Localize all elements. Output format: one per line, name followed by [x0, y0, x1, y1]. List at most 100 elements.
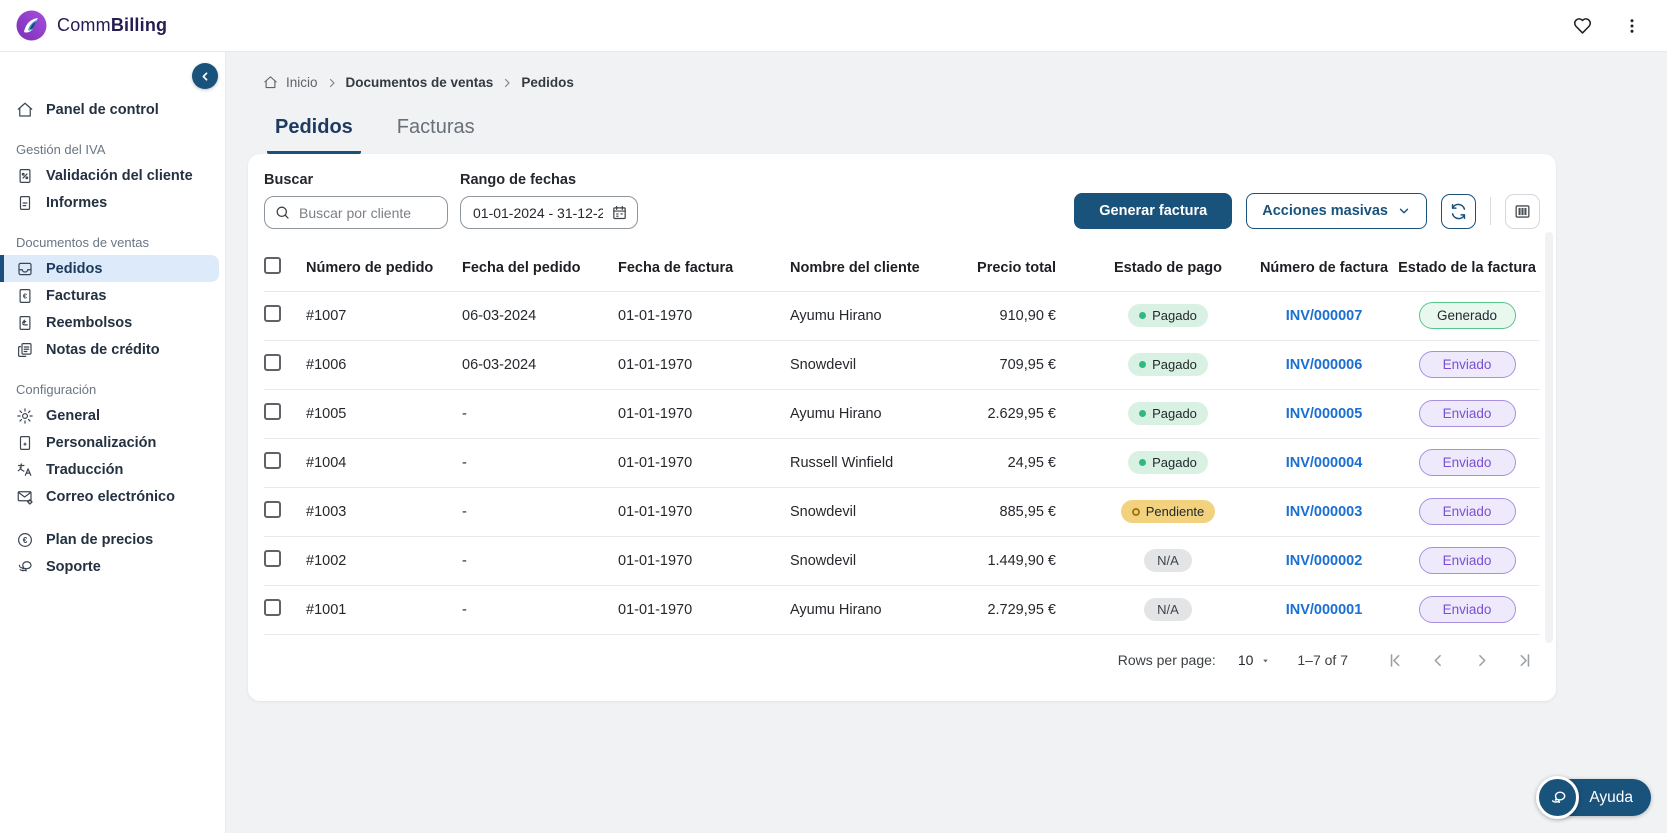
payment-status-badge: Pagado	[1128, 402, 1208, 425]
cell-customer: Snowdevil	[790, 356, 857, 373]
date-range-field-group: Rango de fechas	[460, 172, 638, 229]
table-row: #1006 06-03-2024 01-01-1970 Snowdevil 70…	[264, 340, 1540, 389]
payment-status-badge: Pagado	[1128, 353, 1208, 376]
payment-status-badge: Pagado	[1128, 451, 1208, 474]
row-checkbox[interactable]	[264, 501, 281, 518]
orders-table: Número de pedido Fecha del pedido Fecha …	[264, 245, 1540, 634]
sidebar-item-label: Pedidos	[46, 260, 103, 277]
cell-customer: Ayumu Hirano	[790, 601, 882, 618]
sidebar-section-title: Documentos de ventas	[16, 235, 149, 250]
sidebar-item-validacion-del-cliente[interactable]: Validación del cliente	[0, 162, 219, 189]
invoice-status-badge: Enviado	[1418, 351, 1516, 378]
breadcrumb-documentos-de-ventas[interactable]: Documentos de ventas	[346, 75, 494, 90]
columns-button[interactable]	[1505, 193, 1540, 229]
help-fab[interactable]: Ayuda	[1536, 776, 1651, 819]
row-checkbox[interactable]	[264, 354, 281, 371]
sidebar-item-label: Notas de crédito	[46, 341, 160, 358]
cell-order-date: -	[462, 601, 467, 618]
orders-card: Buscar Rango de fechas Gene	[248, 154, 1556, 701]
first-page-button[interactable]	[1382, 647, 1409, 674]
favorite-button[interactable]	[1572, 15, 1593, 36]
cell-invoice-date: 01-01-1970	[618, 454, 693, 471]
commbilling-logo-icon	[16, 10, 47, 41]
sidebar-item-notas-de-credito[interactable]: Notas de crédito	[0, 336, 219, 363]
invoice-status-badge: Enviado	[1418, 449, 1516, 476]
sidebar-collapse-button[interactable]	[192, 63, 218, 89]
cell-order-number: #1003	[306, 503, 347, 520]
generate-invoice-button[interactable]: Generar factura	[1074, 193, 1233, 229]
sidebar-item-general[interactable]: General	[0, 402, 219, 429]
breadcrumb-inicio[interactable]: Inicio	[286, 75, 318, 90]
sidebar-item-reembolsos[interactable]: Reembolsos	[0, 309, 219, 336]
sidebar-item-soporte[interactable]: Soporte	[0, 553, 219, 580]
tab-pedidos[interactable]: Pedidos	[267, 116, 361, 154]
sidebar-item-panel-de-control[interactable]: Panel de control	[0, 96, 219, 123]
calendar-icon[interactable]	[611, 204, 628, 221]
invoice-status-badge: Enviado	[1418, 547, 1516, 574]
last-page-icon	[1515, 651, 1534, 670]
row-checkbox[interactable]	[264, 550, 281, 567]
rows-per-page-select[interactable]: 10	[1238, 652, 1272, 668]
invoice-link[interactable]: INV/000002	[1286, 553, 1363, 569]
chevron-left-icon	[1429, 651, 1448, 670]
chevron-right-icon	[1472, 651, 1491, 670]
table-scrollbar[interactable]	[1545, 232, 1553, 643]
home-icon	[16, 101, 34, 119]
last-page-button[interactable]	[1511, 647, 1538, 674]
table-row: #1005 - 01-01-1970 Ayumu Hirano 2.629,95…	[264, 389, 1540, 438]
rows-per-page-value: 10	[1237, 652, 1254, 668]
sidebar-item-traduccion[interactable]: Traducción	[0, 456, 219, 483]
more-menu-button[interactable]	[1623, 17, 1641, 35]
table-row: #1003 - 01-01-1970 Snowdevil 885,95 € Pe…	[264, 487, 1540, 536]
sidebar-item-personalizacion[interactable]: Personalización	[0, 429, 219, 456]
brand-logo[interactable]: CommBilling	[16, 10, 167, 41]
sidebar-section-title: Configuración	[16, 382, 97, 397]
bulk-actions-button[interactable]: Acciones masivas	[1246, 193, 1427, 229]
cell-order-number: #1001	[306, 601, 347, 618]
sidebar-item-label: Facturas	[46, 287, 107, 304]
heart-icon	[1572, 15, 1593, 36]
invoice-link[interactable]: INV/000001	[1286, 602, 1363, 618]
search-input[interactable]	[264, 196, 448, 229]
row-checkbox[interactable]	[264, 452, 281, 469]
divider	[1490, 197, 1491, 225]
cell-order-date: -	[462, 552, 467, 569]
invoice-link[interactable]: INV/000005	[1286, 406, 1363, 422]
sidebar-item-facturas[interactable]: € Facturas	[0, 282, 219, 309]
sidebar-item-label: Correo electrónico	[46, 488, 175, 505]
sidebar-item-informes[interactable]: Informes	[0, 189, 219, 216]
invoice-link[interactable]: INV/000003	[1286, 504, 1363, 520]
sidebar-item-plan-de-precios[interactable]: € Plan de precios	[0, 526, 219, 553]
invoice-link[interactable]: INV/000007	[1286, 308, 1363, 324]
col-invoice-date: Fecha de factura	[618, 259, 734, 276]
previous-page-button[interactable]	[1425, 647, 1452, 674]
row-checkbox[interactable]	[264, 305, 281, 322]
breadcrumb: Inicio Documentos de ventas Pedidos	[226, 52, 1667, 90]
row-checkbox[interactable]	[264, 403, 281, 420]
cell-total: 885,95 €	[999, 503, 1056, 520]
svg-text:€: €	[23, 291, 28, 300]
invoice-status-badge: Enviado	[1418, 498, 1516, 525]
filter-bar: Buscar Rango de fechas Gene	[248, 154, 1556, 245]
tab-facturas[interactable]: Facturas	[389, 116, 483, 154]
sidebar-item-label: Panel de control	[46, 101, 159, 118]
translate-icon	[16, 461, 34, 479]
next-page-button[interactable]	[1468, 647, 1495, 674]
cell-invoice-date: 01-01-1970	[618, 552, 693, 569]
cell-total: 910,90 €	[999, 307, 1056, 324]
breadcrumb-pedidos: Pedidos	[521, 75, 574, 90]
invoice-link[interactable]: INV/000004	[1286, 455, 1363, 471]
svg-text:€: €	[23, 536, 28, 545]
euro-circle-icon: €	[16, 531, 34, 549]
col-customer: Nombre del cliente	[790, 259, 920, 276]
invoice-link[interactable]: INV/000006	[1286, 357, 1363, 373]
select-all-checkbox[interactable]	[264, 257, 281, 275]
refresh-button[interactable]	[1441, 193, 1476, 229]
row-checkbox[interactable]	[264, 599, 281, 617]
doc-sparkle-icon	[16, 434, 34, 452]
sidebar-item-label: Plan de precios	[46, 531, 154, 548]
sidebar-item-correo-electronico[interactable]: Correo electrónico	[0, 483, 219, 510]
paid-dot-icon	[1139, 312, 1147, 319]
pending-ring-icon	[1131, 507, 1140, 516]
sidebar-item-pedidos[interactable]: Pedidos	[0, 255, 219, 282]
